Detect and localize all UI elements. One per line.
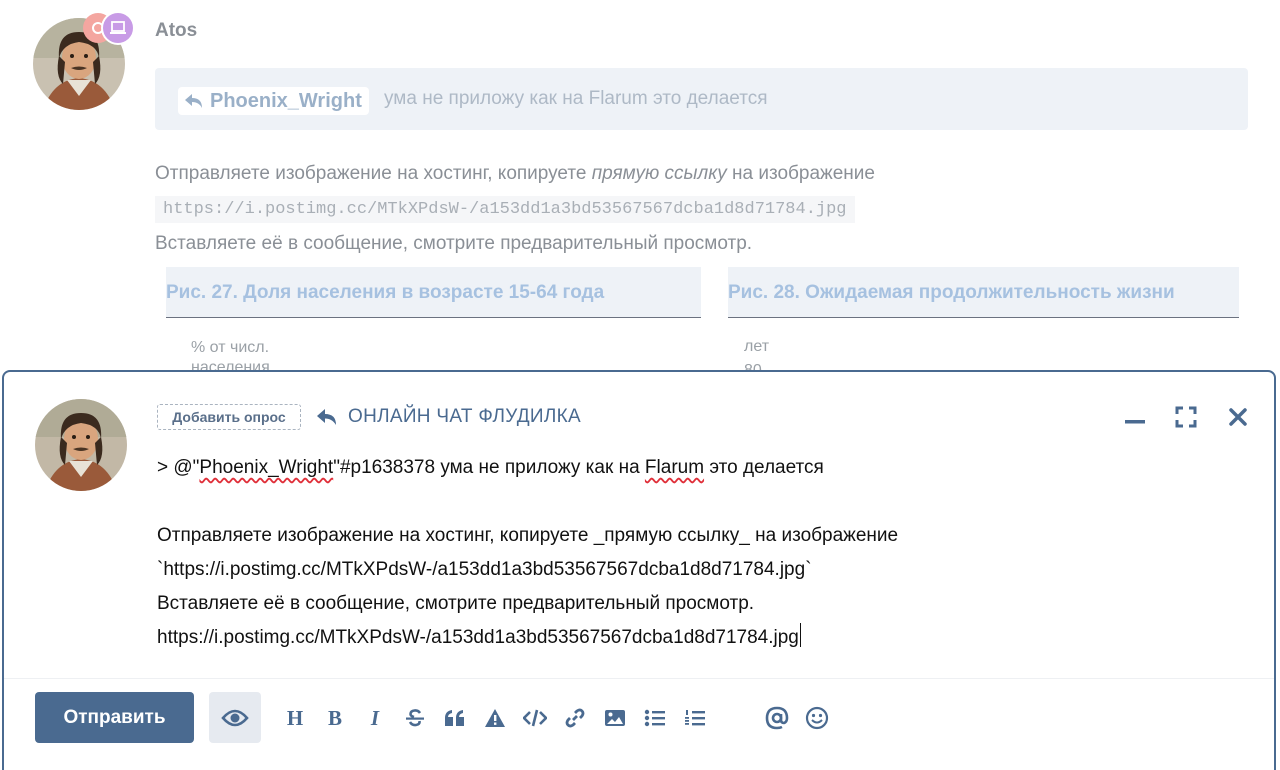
fullscreen-icon[interactable] bbox=[1171, 402, 1201, 432]
body-italic: прямую ссылку bbox=[591, 163, 727, 184]
bulleted-list-icon[interactable] bbox=[642, 705, 668, 731]
strikethrough-icon[interactable] bbox=[402, 705, 428, 731]
figure-unit: лет bbox=[744, 338, 770, 355]
figure-header: Рис. 27. Доля населения в возрасте 15-64… bbox=[166, 267, 701, 318]
text-caret bbox=[799, 623, 801, 647]
numbered-list-icon[interactable] bbox=[682, 705, 708, 731]
heading-icon: H bbox=[286, 705, 304, 730]
italic-button[interactable]: I bbox=[362, 705, 388, 731]
toolbar-divider bbox=[4, 678, 1274, 679]
mention-icon[interactable] bbox=[764, 705, 790, 731]
bold-button[interactable]: B bbox=[322, 705, 348, 731]
editor-text: > @" bbox=[157, 457, 200, 478]
reply-icon bbox=[185, 94, 202, 108]
minimize-icon[interactable] bbox=[1120, 402, 1150, 432]
editor-line: https://i.postimg.cc/MTkXPdsW-/a153dd1a3… bbox=[157, 621, 1237, 655]
post-body-line: Вставляете её в сообщение, смотрите пред… bbox=[155, 233, 753, 254]
heading-button[interactable]: H bbox=[282, 705, 308, 731]
post-body-line: Отправляете изображение на хостинг, копи… bbox=[155, 157, 875, 191]
eye-icon[interactable] bbox=[209, 692, 261, 743]
send-button[interactable]: Отправить bbox=[35, 692, 194, 743]
editor-text: https://i.postimg.cc/MTkXPdsW-/a153dd1a3… bbox=[157, 627, 799, 648]
quote-text: ума не приложу как на Flarum это делаетс… bbox=[384, 88, 768, 109]
quote-mention-chip[interactable]: Phoenix_Wright bbox=[178, 87, 369, 115]
figure-title: Рис. 28. Ожидаемая продолжительность жиз… bbox=[728, 282, 1175, 303]
figure-header: Рис. 28. Ожидаемая продолжительность жиз… bbox=[728, 267, 1239, 318]
close-icon[interactable] bbox=[1223, 402, 1253, 432]
user-badges bbox=[83, 11, 135, 45]
misspelled-word: Phoenix_Wright bbox=[199, 457, 334, 478]
editor-text: это делается bbox=[704, 457, 824, 478]
emoji-icon[interactable] bbox=[804, 705, 830, 731]
editor-line: > @"Phoenix_Wright"#p1638378 ума не прил… bbox=[157, 451, 1237, 485]
body-text: на изображение bbox=[726, 163, 875, 184]
reply-target[interactable]: ОНЛАЙН ЧАТ ФЛУДИЛКА bbox=[316, 404, 581, 430]
editor-line: Вставляете её в сообщение, смотрите пред… bbox=[157, 593, 755, 614]
image-icon[interactable] bbox=[602, 705, 628, 731]
italic-icon: I bbox=[370, 705, 380, 730]
figure-title: Рис. 27. Доля населения в возрасте 15-64… bbox=[166, 282, 605, 303]
composer-avatar bbox=[35, 399, 127, 491]
composer-textarea[interactable]: > @"Phoenix_Wright"#p1638378 ума не прил… bbox=[157, 451, 1237, 655]
laptop-icon[interactable] bbox=[101, 11, 135, 45]
post-body: Отправляете изображение на хостинг, копи… bbox=[155, 157, 875, 261]
quote-icon[interactable] bbox=[442, 705, 468, 731]
reply-icon bbox=[317, 409, 336, 425]
post-body-code-line: https://i.postimg.cc/MTkXPdsW-/a153dd1a3… bbox=[155, 191, 875, 227]
reply-target-title: ОНЛАЙН ЧАТ ФЛУДИЛКА bbox=[348, 406, 581, 427]
link-icon[interactable] bbox=[562, 705, 588, 731]
bold-icon: B bbox=[327, 705, 342, 730]
post-author-name[interactable]: Atos bbox=[155, 20, 197, 42]
quote-block: Phoenix_Wright ума не приложу как на Fla… bbox=[155, 68, 1248, 130]
quote-username: Phoenix_Wright bbox=[210, 89, 362, 112]
inline-code: https://i.postimg.cc/MTkXPdsW-/a153dd1a3… bbox=[155, 196, 855, 223]
code-icon[interactable] bbox=[522, 705, 548, 731]
editor-blank-line bbox=[157, 485, 1237, 519]
editor-line: Отправляете изображение на хостинг, копи… bbox=[157, 525, 899, 546]
editor-text: "#p1638378 ума не приложу как на bbox=[333, 457, 645, 478]
warning-icon[interactable] bbox=[482, 705, 508, 731]
body-text: Отправляете изображение на хостинг, копи… bbox=[155, 163, 592, 184]
add-poll-button[interactable]: Добавить опрос bbox=[157, 404, 301, 430]
misspelled-word: Flarum bbox=[644, 457, 705, 478]
reply-composer: Добавить опрос ОНЛАЙН ЧАТ ФЛУДИЛКА > @"P… bbox=[2, 370, 1276, 770]
figure-unit: % от числ. bbox=[191, 339, 270, 356]
post: Atos Phoenix_Wright ума не приложу как н… bbox=[0, 0, 1280, 380]
editor-line: `https://i.postimg.cc/MTkXPdsW-/a153dd1a… bbox=[157, 559, 812, 580]
